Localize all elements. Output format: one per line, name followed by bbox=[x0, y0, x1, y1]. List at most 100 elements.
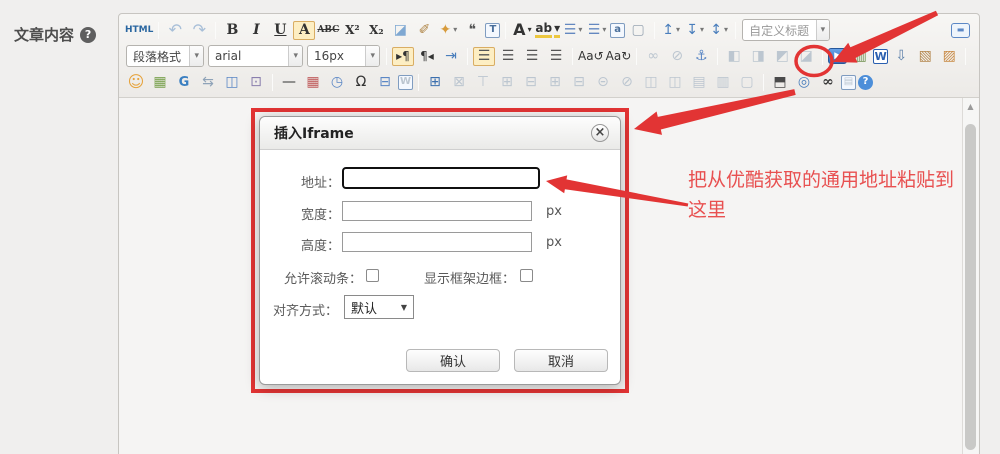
paragraph-spacing-bottom-icon[interactable]: ↧ ▾ bbox=[684, 20, 706, 40]
insert-attachment-icon[interactable]: ⇩ bbox=[890, 46, 912, 66]
auto-typeset-icon[interactable]: a bbox=[610, 22, 626, 38]
print-icon[interactable]: ⬒ bbox=[769, 72, 791, 92]
chevron-down-icon[interactable]: ▾ bbox=[189, 46, 203, 66]
format-painter-icon[interactable]: ✐ bbox=[413, 20, 435, 40]
auto-clean-icon[interactable]: ✦ ▾ bbox=[437, 20, 459, 40]
help-icon[interactable]: ? bbox=[858, 74, 873, 90]
dialog-titlebar[interactable]: 插入Iframe × bbox=[260, 117, 620, 150]
chevron-down-icon[interactable]: ▾ bbox=[365, 46, 379, 66]
image-center-icon[interactable]: ◩ bbox=[771, 46, 793, 66]
eraser-icon[interactable]: ◪ bbox=[389, 20, 411, 40]
unordered-list-icon[interactable]: ☰ ▾ bbox=[586, 20, 608, 40]
insert-link-icon[interactable]: ∞ bbox=[642, 46, 664, 66]
underline-icon[interactable]: U bbox=[269, 20, 291, 40]
document-info-icon[interactable]: ▢ bbox=[736, 72, 758, 92]
insert-time-icon[interactable]: ◷ bbox=[326, 72, 348, 92]
anchor-icon[interactable]: ⚓ bbox=[690, 46, 712, 66]
align-center-icon[interactable]: ☰ bbox=[497, 46, 519, 66]
image-float-left-icon[interactable]: ◧ bbox=[723, 46, 745, 66]
insert-table-icon[interactable]: ⊞ bbox=[424, 72, 446, 92]
insert-video-icon[interactable]: ▥ bbox=[849, 46, 871, 66]
confirm-button[interactable]: 确认 bbox=[406, 349, 500, 372]
paragraph-format-select[interactable]: 段落格式 ▾ bbox=[126, 45, 204, 67]
iframe-width-input[interactable] bbox=[342, 201, 532, 221]
font-size-select[interactable]: 16px ▾ bbox=[307, 45, 380, 67]
ordered-list-icon[interactable]: ☰ ▾ bbox=[562, 20, 584, 40]
chevron-down-icon[interactable]: ▾ bbox=[453, 26, 457, 34]
insert-row-below-icon[interactable]: ⊟ bbox=[520, 72, 542, 92]
word-paste-icon[interactable]: W bbox=[398, 74, 413, 90]
align-justify-icon[interactable]: ☰ bbox=[545, 46, 567, 66]
image-upload-icon[interactable]: ▧ bbox=[914, 46, 936, 66]
rtl-paragraph-icon[interactable]: ¶◂ bbox=[416, 46, 438, 66]
chevron-down-icon[interactable]: ▾ bbox=[724, 26, 728, 34]
find-replace-icon[interactable]: ∞ bbox=[817, 72, 839, 92]
chevron-down-icon[interactable]: ▾ bbox=[676, 26, 680, 34]
chevron-down-icon[interactable]: ▾ bbox=[602, 26, 606, 34]
align-select[interactable]: 默认 ▼ bbox=[344, 295, 414, 319]
line-height-icon[interactable]: ↕ ▾ bbox=[708, 20, 730, 40]
chevron-down-icon[interactable]: ▾ bbox=[578, 26, 582, 34]
to-lowercase-icon[interactable]: Aa↻ bbox=[606, 46, 632, 66]
font-family-select[interactable]: arial ▾ bbox=[208, 45, 303, 67]
horizontal-rule-icon[interactable]: — bbox=[278, 72, 300, 92]
delete-row-icon[interactable]: ⊝ bbox=[592, 72, 614, 92]
special-character-icon[interactable]: Ω bbox=[350, 72, 372, 92]
html-source-icon[interactable]: HTML bbox=[125, 20, 153, 40]
insert-columns-icon[interactable]: ◫ bbox=[221, 72, 243, 92]
chevron-down-icon[interactable]: ▾ bbox=[528, 26, 532, 34]
cut-snippet-icon[interactable]: ⊟ bbox=[374, 72, 396, 92]
cell-properties-icon[interactable]: ▥ bbox=[712, 72, 734, 92]
preview-icon[interactable]: ◎ bbox=[793, 72, 815, 92]
iframe-url-input[interactable] bbox=[341, 166, 541, 190]
remove-link-icon[interactable]: ⊘ bbox=[666, 46, 688, 66]
to-uppercase-icon[interactable]: Aa↺ bbox=[578, 46, 604, 66]
table-caption-icon[interactable]: ⊤ bbox=[472, 72, 494, 92]
insert-column-right-icon[interactable]: ⊟ bbox=[568, 72, 590, 92]
strikethrough-icon[interactable]: ABC bbox=[317, 20, 339, 40]
delete-column-icon[interactable]: ⊘ bbox=[616, 72, 638, 92]
align-right-icon[interactable]: ☰ bbox=[521, 46, 543, 66]
delete-table-icon[interactable]: ⊠ bbox=[448, 72, 470, 92]
chevron-down-icon[interactable]: ▾ bbox=[815, 20, 830, 40]
font-color-icon[interactable]: A ▾ bbox=[511, 20, 533, 40]
paste-as-text-icon[interactable]: T bbox=[485, 22, 501, 38]
help-icon[interactable]: ? bbox=[80, 26, 97, 43]
superscript-icon[interactable]: X² bbox=[341, 20, 363, 40]
insert-column-left-icon[interactable]: ⊞ bbox=[544, 72, 566, 92]
bold-icon[interactable]: B bbox=[221, 20, 243, 40]
word-import-icon[interactable]: W bbox=[873, 48, 889, 64]
indent-icon[interactable]: ⇥ bbox=[440, 46, 462, 66]
google-map-icon[interactable]: G bbox=[173, 72, 195, 92]
image-manager-icon[interactable]: ▦ bbox=[149, 72, 171, 92]
italic-icon[interactable]: I bbox=[245, 20, 267, 40]
ltr-paragraph-icon[interactable]: ▸¶ bbox=[392, 46, 414, 66]
close-icon[interactable]: × bbox=[591, 124, 609, 142]
screen-capture-icon[interactable]: ⊡ bbox=[245, 72, 267, 92]
align-left-icon[interactable]: ☰ bbox=[473, 46, 495, 66]
blockquote-icon[interactable]: ❝ bbox=[461, 20, 483, 40]
allow-scrollbar-checkbox[interactable] bbox=[366, 269, 379, 282]
custom-title-select[interactable]: 自定义标题 ▾ bbox=[742, 19, 831, 41]
chevron-down-icon[interactable]: ▾ bbox=[700, 26, 704, 34]
image-float-right-icon[interactable]: ◨ bbox=[747, 46, 769, 66]
fullscreen-icon[interactable]: ▬ bbox=[951, 22, 970, 38]
image-inline-icon[interactable]: ◪ bbox=[795, 46, 817, 66]
chevron-down-icon[interactable]: ▾ bbox=[554, 22, 561, 38]
new-document-icon[interactable]: ▢ bbox=[627, 20, 649, 40]
iframe-height-input[interactable] bbox=[342, 232, 532, 252]
font-appearance-icon[interactable]: A bbox=[293, 20, 316, 40]
insert-row-above-icon[interactable]: ⊞ bbox=[496, 72, 518, 92]
insert-picture-icon[interactable]: ▨ bbox=[938, 46, 960, 66]
insert-iframe-icon[interactable]: ▶ bbox=[828, 48, 848, 64]
emoticon-icon[interactable]: ☺ bbox=[125, 72, 147, 92]
insert-date-icon[interactable]: ▦ bbox=[302, 72, 324, 92]
redo-icon[interactable]: ↷ bbox=[188, 20, 210, 40]
vertical-scrollbar[interactable]: ▲ bbox=[962, 98, 978, 454]
undo-icon[interactable]: ↶ bbox=[164, 20, 186, 40]
merge-cells-icon[interactable]: ◫ bbox=[640, 72, 662, 92]
scroll-up-icon[interactable]: ▲ bbox=[963, 98, 978, 111]
subscript-icon[interactable]: X₂ bbox=[365, 20, 387, 40]
split-cells-icon[interactable]: ◫ bbox=[664, 72, 686, 92]
page-break-icon[interactable]: ⇆ bbox=[197, 72, 219, 92]
